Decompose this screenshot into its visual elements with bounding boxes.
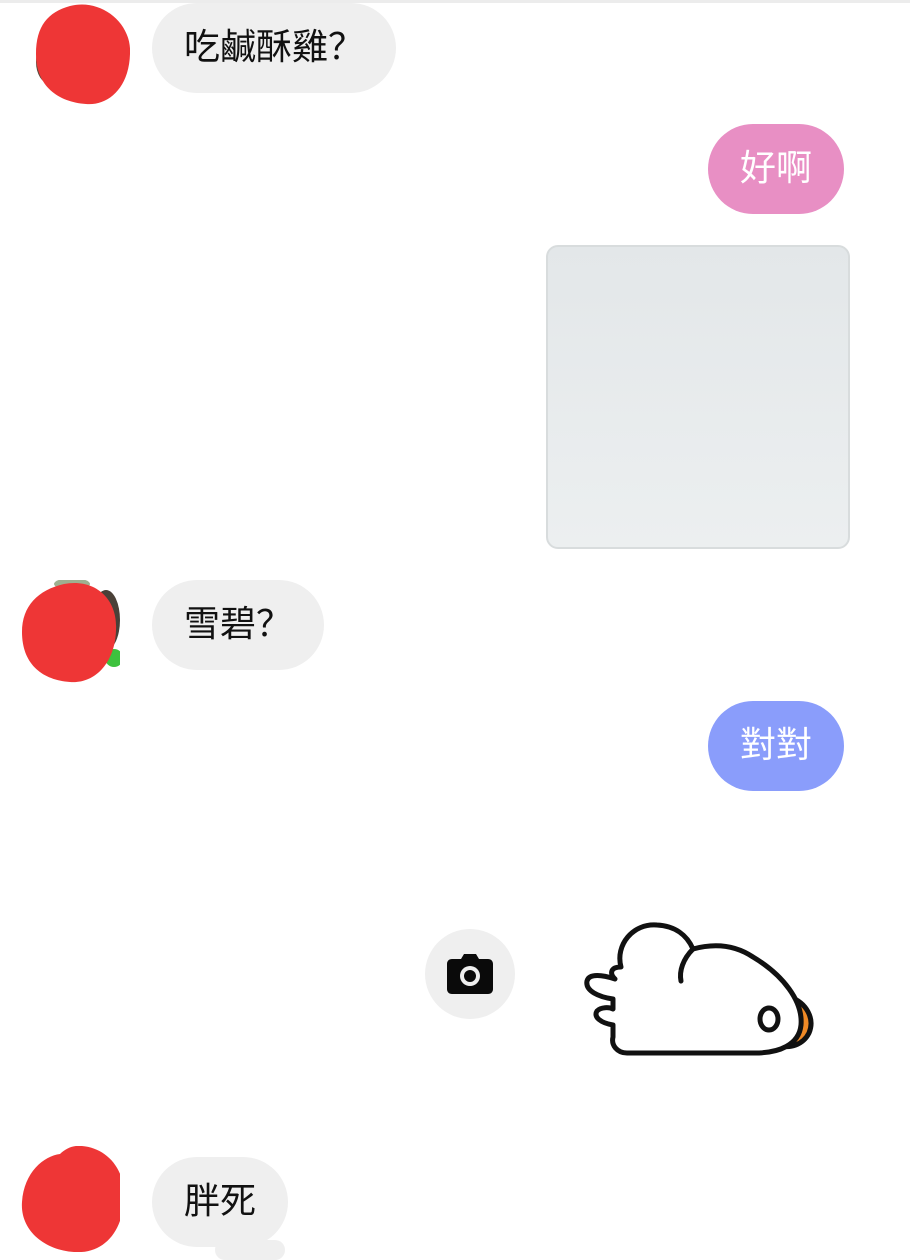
message-bubble-outgoing[interactable]: 對對 bbox=[708, 701, 845, 791]
camera-button[interactable] bbox=[425, 929, 515, 1019]
photo-message[interactable] bbox=[546, 245, 850, 549]
top-divider bbox=[0, 0, 910, 3]
next-message-preview bbox=[215, 1240, 285, 1260]
contact-avatar[interactable] bbox=[20, 1146, 120, 1252]
contact-avatar[interactable] bbox=[20, 580, 120, 684]
contact-avatar[interactable] bbox=[30, 2, 130, 106]
duck-sticker-illustration bbox=[584, 922, 814, 1056]
avatar-redaction bbox=[36, 4, 130, 105]
duck-sticker[interactable] bbox=[575, 915, 820, 1065]
avatar-redaction bbox=[21, 1146, 120, 1252]
camera-icon bbox=[447, 954, 493, 994]
message-bubble-incoming[interactable]: 吃鹹酥雞？ bbox=[152, 3, 397, 93]
message-bubble-outgoing[interactable]: 好啊 bbox=[708, 124, 845, 214]
message-bubble-incoming[interactable]: 雪碧？ bbox=[152, 580, 325, 670]
message-bubble-incoming[interactable]: 胖死 bbox=[152, 1157, 289, 1247]
avatar-redaction bbox=[22, 580, 120, 683]
